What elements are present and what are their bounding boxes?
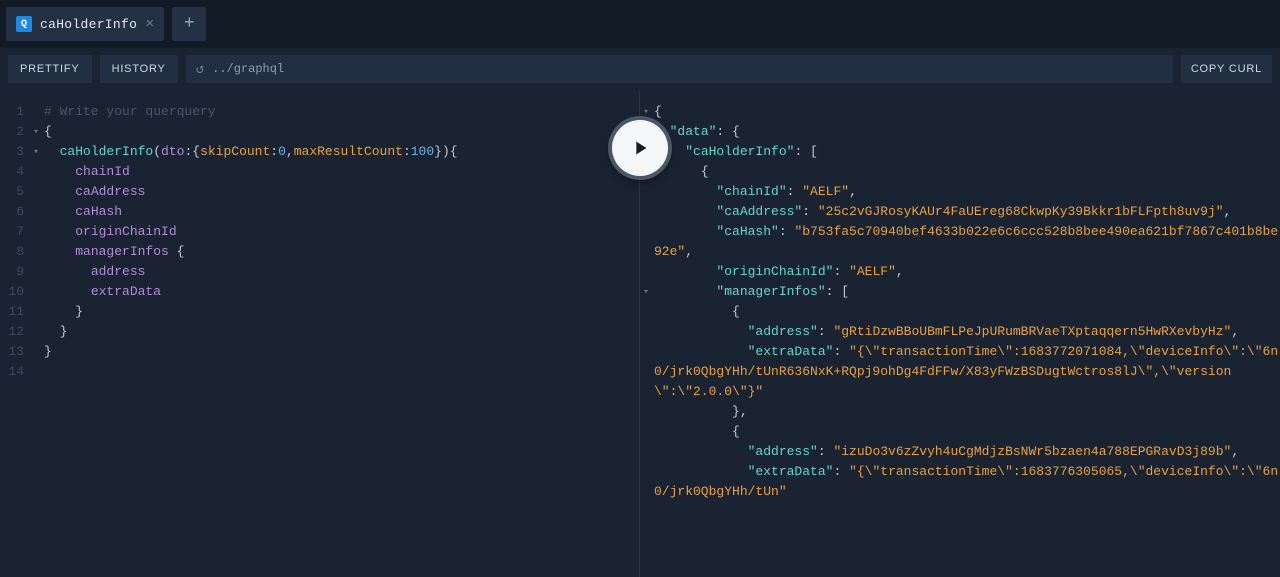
editor-line[interactable]: 12 } — [0, 322, 639, 342]
tab-bar: Q caHolderInfo × + — [0, 0, 1280, 48]
response-line: ▾ "caHolderInfo": [ — [640, 142, 1280, 162]
copy-curl-button[interactable]: COPY CURL — [1181, 55, 1272, 83]
response-line: { — [640, 422, 1280, 442]
response-line: "caAddress": "25c2vGJRosyKAUr4FaUEreg68C… — [640, 202, 1280, 222]
response-line: ▾{ — [640, 102, 1280, 122]
new-tab-button[interactable]: + — [172, 7, 206, 41]
response-line: ▾ "managerInfos": [ — [640, 282, 1280, 302]
response-line: "extraData": "{\"transactionTime\":16837… — [640, 342, 1280, 402]
editor-line[interactable]: 2▾{ — [0, 122, 639, 142]
response-panel: ▾{▾ "data": {▾ "caHolderInfo": [▾ { "cha… — [640, 90, 1280, 577]
main-panels: 1# Write your querquery2▾{3▾ caHolderInf… — [0, 90, 1280, 577]
query-editor-panel: 1# Write your querquery2▾{3▾ caHolderInf… — [0, 90, 640, 577]
history-button[interactable]: HISTORY — [100, 55, 178, 83]
editor-line[interactable]: 13} — [0, 342, 639, 362]
endpoint-url: ../graphql — [212, 62, 284, 76]
play-icon — [629, 137, 651, 159]
response-viewer[interactable]: ▾{▾ "data": {▾ "caHolderInfo": [▾ { "cha… — [640, 90, 1280, 514]
reload-icon[interactable]: ↺ — [196, 61, 204, 78]
tab-caholderinfo[interactable]: Q caHolderInfo × — [6, 7, 164, 41]
response-line: ▾ "data": { — [640, 122, 1280, 142]
response-line: "originChainId": "AELF", — [640, 262, 1280, 282]
editor-line[interactable]: 1# Write your querquery — [0, 102, 639, 122]
tab-title: caHolderInfo — [40, 17, 137, 32]
editor-line[interactable]: 9 address — [0, 262, 639, 282]
editor-line[interactable]: 8 managerInfos { — [0, 242, 639, 262]
query-editor[interactable]: 1# Write your querquery2▾{3▾ caHolderInf… — [0, 90, 639, 394]
editor-line[interactable]: 11 } — [0, 302, 639, 322]
editor-line[interactable]: 5 caAddress — [0, 182, 639, 202]
editor-line[interactable]: 6 caHash — [0, 202, 639, 222]
editor-line[interactable]: 14 — [0, 362, 639, 382]
response-line: "address": "gRtiDzwBBoUBmFLPeJpURumBRVae… — [640, 322, 1280, 342]
prettify-button[interactable]: PRETTIFY — [8, 55, 92, 83]
response-line: "extraData": "{\"transactionTime\":16837… — [640, 462, 1280, 502]
editor-line[interactable]: 7 originChainId — [0, 222, 639, 242]
response-line: "address": "izuDo3v6zZvyh4uCgMdjzBsNWr5b… — [640, 442, 1280, 462]
response-line: "chainId": "AELF", — [640, 182, 1280, 202]
editor-line[interactable]: 3▾ caHolderInfo(dto:{skipCount:0,maxResu… — [0, 142, 639, 162]
response-line: ▾ { — [640, 162, 1280, 182]
endpoint-input[interactable]: ↺ ../graphql — [186, 55, 1173, 83]
plus-icon: + — [184, 14, 195, 34]
toolbar: PRETTIFY HISTORY ↺ ../graphql COPY CURL — [0, 48, 1280, 90]
query-icon: Q — [16, 16, 32, 32]
response-line: "caHash": "b753fa5c70940bef4633b022e6c6c… — [640, 222, 1280, 262]
run-button[interactable] — [612, 120, 668, 176]
response-line: { — [640, 302, 1280, 322]
editor-line[interactable]: 10 extraData — [0, 282, 639, 302]
close-icon[interactable]: × — [145, 16, 154, 33]
editor-line[interactable]: 4 chainId — [0, 162, 639, 182]
response-line: }, — [640, 402, 1280, 422]
